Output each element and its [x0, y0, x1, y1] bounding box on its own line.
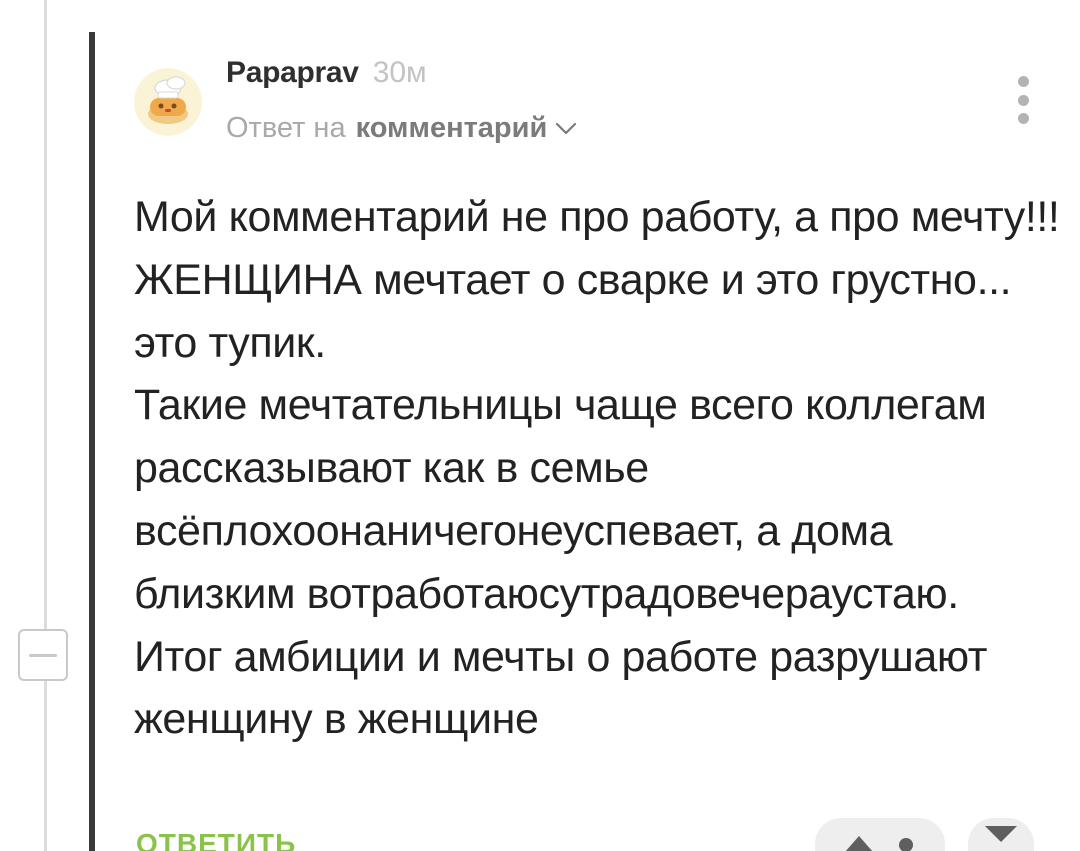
comment-paragraph: Мой комментарий не про работу, а про меч… — [134, 193, 1060, 241]
avatar[interactable] — [134, 68, 202, 136]
username-link[interactable]: Papaprav — [226, 56, 359, 90]
avatar-image — [134, 68, 202, 136]
comment-thread: Papaprav 30м Ответ на комментарий Мой ко… — [0, 0, 1080, 851]
reply-to-link[interactable]: Ответ на комментарий — [226, 112, 577, 145]
downvote-button[interactable] — [968, 818, 1034, 851]
more-vertical-icon[interactable] — [1008, 76, 1038, 124]
rating-dot-icon — [899, 838, 913, 851]
arrow-up-icon — [845, 836, 873, 851]
comment-paragraph: ЖЕНЩИНА мечтает о сварке и это грустно..… — [134, 255, 1012, 367]
menu-dot — [1017, 94, 1029, 106]
parent-thread-line[interactable] — [44, 0, 47, 851]
reply-target-text: комментарий — [355, 112, 548, 144]
menu-dot — [1017, 113, 1029, 124]
upvote-button[interactable] — [815, 818, 945, 851]
reply-button[interactable]: ОТВЕТИТЬ — [136, 828, 296, 851]
minus-icon — [29, 653, 57, 657]
comment-timestamp: 30м — [372, 56, 427, 89]
reply-prefix-text: Ответ на — [226, 112, 346, 144]
comment-text: Мой комментарий не про работу, а про меч… — [134, 186, 1064, 751]
comment-paragraph: Итог амбиции и мечты о работе разрушают … — [134, 632, 988, 744]
collapse-thread-button[interactable] — [18, 629, 68, 681]
comment-paragraph: Такие мечтательницы чаще всего коллегам … — [134, 381, 987, 618]
arrow-down-icon — [985, 826, 1017, 842]
menu-dot — [1017, 76, 1029, 87]
comment-thread-line[interactable] — [89, 32, 95, 851]
comment-meta: Papaprav 30м — [226, 56, 427, 90]
chevron-down-icon — [555, 122, 577, 136]
